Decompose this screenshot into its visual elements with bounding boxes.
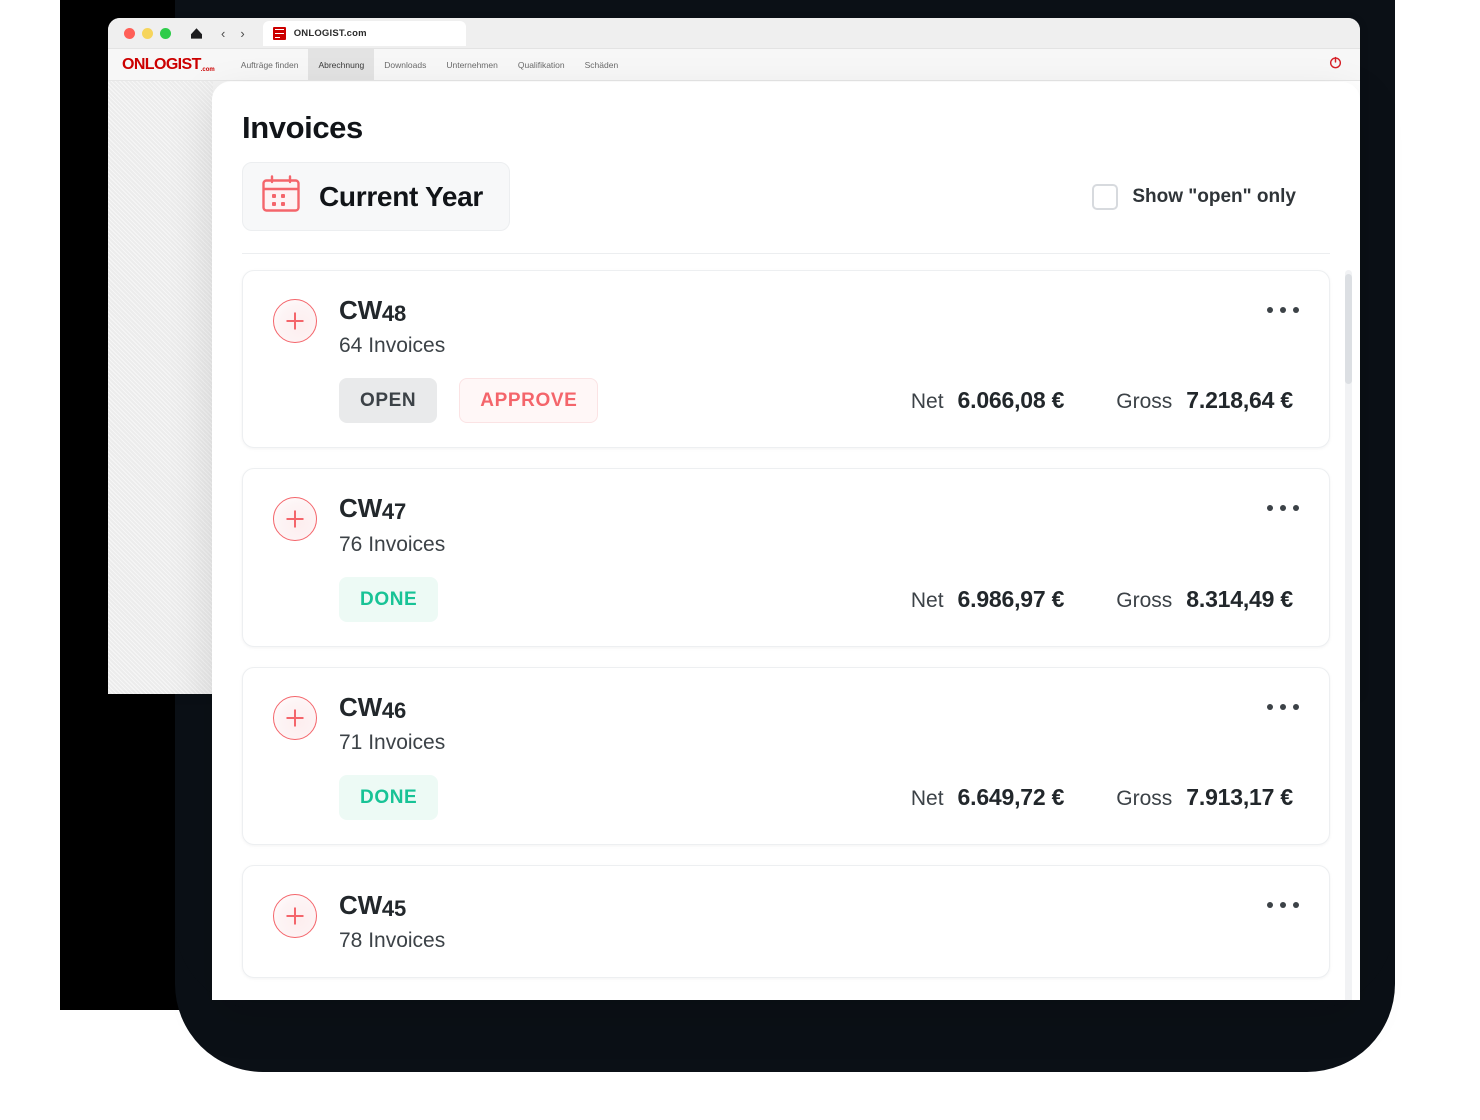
list-scrollbar-thumb[interactable] — [1345, 274, 1352, 384]
site-logo[interactable]: ONLOGIST.com — [122, 56, 215, 74]
invoice-week-card[interactable]: CW46 71 Invoices DONE Net 6.649,72 € Gro… — [242, 666, 1330, 845]
show-open-only-control[interactable]: Show "open" only — [1092, 183, 1296, 210]
plus-circle-icon[interactable] — [273, 893, 317, 938]
gross-label: Gross — [1116, 588, 1173, 612]
browser-tab[interactable]: ONLOGIST.com — [262, 20, 466, 46]
browser-tab-title: ONLOGIST.com — [293, 27, 367, 39]
ellipsis-icon[interactable] — [1263, 299, 1303, 321]
ellipsis-icon[interactable] — [1263, 696, 1303, 718]
status-badge-done: DONE — [339, 774, 439, 820]
calendar-icon — [261, 175, 301, 218]
invoice-count: 64 Invoices — [339, 334, 446, 358]
maximize-window-button[interactable] — [160, 27, 171, 39]
plus-circle-icon[interactable] — [273, 299, 317, 343]
screenshot-stage: ‹ › ONLOGIST.com ONLOGIST.com Aufträge f… — [0, 0, 1480, 1120]
favicon-icon — [272, 26, 286, 40]
week-title: CW48 — [339, 295, 1299, 326]
year-filter-button[interactable]: Current Year — [242, 162, 510, 231]
invoice-count: 71 Invoices — [339, 730, 446, 754]
site-logo-text: ONLOGIST — [122, 55, 201, 73]
home-icon[interactable] — [190, 27, 203, 40]
status-badges: OPEN APPROVE — [339, 378, 599, 424]
invoice-count: 78 Invoices — [339, 929, 446, 953]
back-button[interactable]: ‹ — [221, 27, 225, 40]
invoice-week-card[interactable]: CW47 76 Invoices DONE Net 6.986,97 € Gro… — [242, 468, 1330, 647]
gross-label: Gross — [1116, 390, 1173, 414]
close-window-button[interactable] — [124, 27, 135, 39]
window-controls[interactable] — [124, 27, 171, 39]
nav-item-qualifikation[interactable]: Qualifikation — [508, 49, 575, 80]
net-label: Net — [910, 390, 944, 414]
gross-value: 8.314,49 € — [1186, 585, 1293, 612]
gross-value: 7.218,64 € — [1186, 387, 1293, 414]
amounts: Net 6.066,08 € Gross 7.218,64 € — [911, 387, 1299, 414]
invoice-week-card[interactable]: CW48 64 Invoices OPEN APPROVE Net 6.066,… — [242, 270, 1330, 449]
status-badges: DONE — [339, 774, 439, 820]
net-value: 6.986,97 € — [957, 585, 1065, 612]
show-open-only-label: Show "open" only — [1132, 185, 1296, 207]
amounts: Net 6.986,97 € Gross 8.314,49 € — [911, 586, 1299, 613]
year-filter-label: Current Year — [319, 180, 483, 212]
net-value: 6.066,08 € — [957, 387, 1065, 414]
gross-amount-group: Gross 7.218,64 € — [1116, 387, 1293, 414]
invoices-list: CW48 64 Invoices OPEN APPROVE Net 6.066,… — [212, 254, 1360, 1000]
nav-item-auftraege-finden[interactable]: Aufträge finden — [231, 49, 309, 80]
nav-item-schaeden[interactable]: Schäden — [575, 49, 629, 80]
power-icon[interactable] — [1329, 56, 1342, 74]
week-number: 45 — [381, 895, 406, 921]
week-number: 48 — [381, 301, 406, 326]
plus-circle-icon[interactable] — [273, 497, 317, 542]
gross-amount-group: Gross 8.314,49 € — [1116, 586, 1293, 613]
week-prefix: CW — [339, 493, 382, 524]
gross-amount-group: Gross 7.913,17 € — [1116, 784, 1293, 811]
week-number: 46 — [381, 697, 406, 723]
nav-item-downloads[interactable]: Downloads — [374, 49, 436, 80]
invoices-panel: Invoices Current Year Show "open" only C… — [212, 82, 1360, 1000]
gross-label: Gross — [1116, 786, 1173, 810]
week-number: 47 — [381, 499, 406, 525]
nav-item-unternehmen[interactable]: Unternehmen — [436, 49, 508, 80]
site-nav-items: Aufträge finden Abrechnung Downloads Unt… — [231, 49, 628, 80]
site-navbar: ONLOGIST.com Aufträge finden Abrechnung … — [108, 49, 1360, 81]
status-badge-done: DONE — [339, 576, 439, 622]
browser-chrome: ‹ › ONLOGIST.com — [108, 18, 1360, 49]
net-amount-group: Net 6.986,97 € — [910, 585, 1065, 613]
invoice-week-card[interactable]: CW45 78 Invoices — [242, 864, 1330, 979]
net-value: 6.649,72 € — [957, 783, 1065, 810]
week-title: CW46 — [339, 691, 1299, 723]
invoices-toolbar: Current Year Show "open" only — [242, 162, 1330, 254]
net-amount-group: Net 6.649,72 € — [910, 783, 1065, 811]
net-label: Net — [910, 786, 944, 810]
ellipsis-icon[interactable] — [1263, 894, 1303, 916]
amounts: Net 6.649,72 € Gross 7.913,17 € — [911, 784, 1299, 811]
forward-button[interactable]: › — [240, 27, 244, 40]
invoices-header: Invoices Current Year Show "open" only — [212, 82, 1360, 254]
status-badges: DONE — [339, 576, 439, 622]
nav-item-abrechnung[interactable]: Abrechnung — [308, 49, 375, 80]
approve-button[interactable]: APPROVE — [459, 378, 599, 424]
week-title: CW47 — [339, 493, 1299, 525]
ellipsis-icon[interactable] — [1263, 497, 1303, 519]
site-logo-suffix: .com — [200, 66, 215, 73]
week-prefix: CW — [339, 295, 382, 325]
week-prefix: CW — [339, 889, 382, 920]
week-title: CW45 — [339, 889, 1299, 921]
site-sidebar — [108, 81, 213, 694]
show-open-only-checkbox[interactable] — [1092, 183, 1119, 210]
invoice-count: 76 Invoices — [339, 532, 446, 556]
gross-value: 7.913,17 € — [1186, 783, 1293, 810]
net-amount-group: Net 6.066,08 € — [910, 387, 1065, 414]
net-label: Net — [910, 588, 944, 612]
week-prefix: CW — [339, 691, 382, 722]
minimize-window-button[interactable] — [142, 27, 153, 39]
status-badge-open: OPEN — [339, 378, 438, 424]
page-title: Invoices — [242, 110, 363, 145]
plus-circle-icon[interactable] — [273, 695, 317, 740]
browser-nav-arrows[interactable]: ‹ › — [221, 27, 245, 40]
